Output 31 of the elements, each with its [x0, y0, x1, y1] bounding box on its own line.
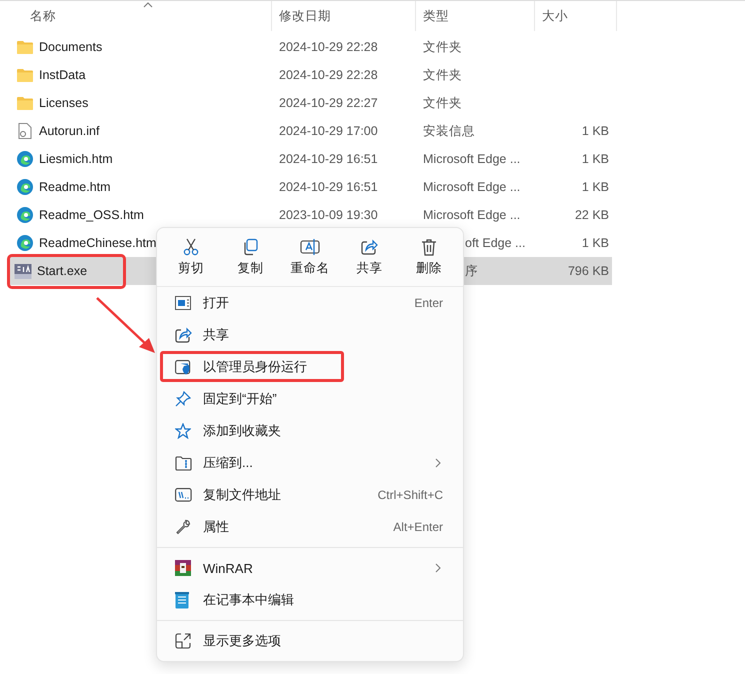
file-type: 序: [465, 264, 478, 278]
file-size: 22 KB: [574, 208, 609, 222]
modified-date: 2024-10-29 16:51: [279, 180, 378, 194]
file-type: 文件夹: [423, 40, 462, 54]
file-type: Microsoft Edge ...: [423, 180, 520, 194]
modified-date: 2023-10-09 19:30: [279, 208, 378, 222]
file-name: Readme.htm: [39, 180, 111, 194]
file-name: Licenses: [39, 96, 88, 110]
file-name: Liesmich.htm: [39, 152, 113, 166]
file-name: Readme_OSS.htm: [39, 208, 144, 222]
file-type: Microsoft Edge ...: [423, 152, 520, 166]
modified-date: 2024-10-29 22:27: [279, 96, 378, 110]
file-size: 1 KB: [582, 180, 609, 194]
file-size: 1 KB: [582, 236, 609, 250]
file-name: Autorun.inf: [39, 124, 100, 138]
file-name: Documents: [39, 40, 102, 54]
file-type: 安装信息: [423, 124, 475, 138]
file-size: 1 KB: [582, 124, 609, 138]
modified-date: 2024-10-29 16:51: [279, 152, 378, 166]
file-name: InstData: [39, 68, 86, 82]
file-name: Start.exe: [37, 264, 88, 278]
file-type: oft Edge ...: [465, 236, 526, 250]
file-name: ReadmeChinese.htm: [39, 236, 156, 250]
modified-date: 2024-10-29 22:28: [279, 40, 378, 54]
modified-date: 2024-10-29 22:28: [279, 68, 378, 82]
file-size: 796 KB: [568, 264, 609, 278]
file-type: 文件夹: [423, 96, 462, 110]
modified-date: 2024-10-29 17:00: [279, 124, 378, 138]
file-size: 1 KB: [582, 152, 609, 166]
file-type: Microsoft Edge ...: [423, 208, 520, 222]
file-type: 文件夹: [423, 68, 462, 82]
